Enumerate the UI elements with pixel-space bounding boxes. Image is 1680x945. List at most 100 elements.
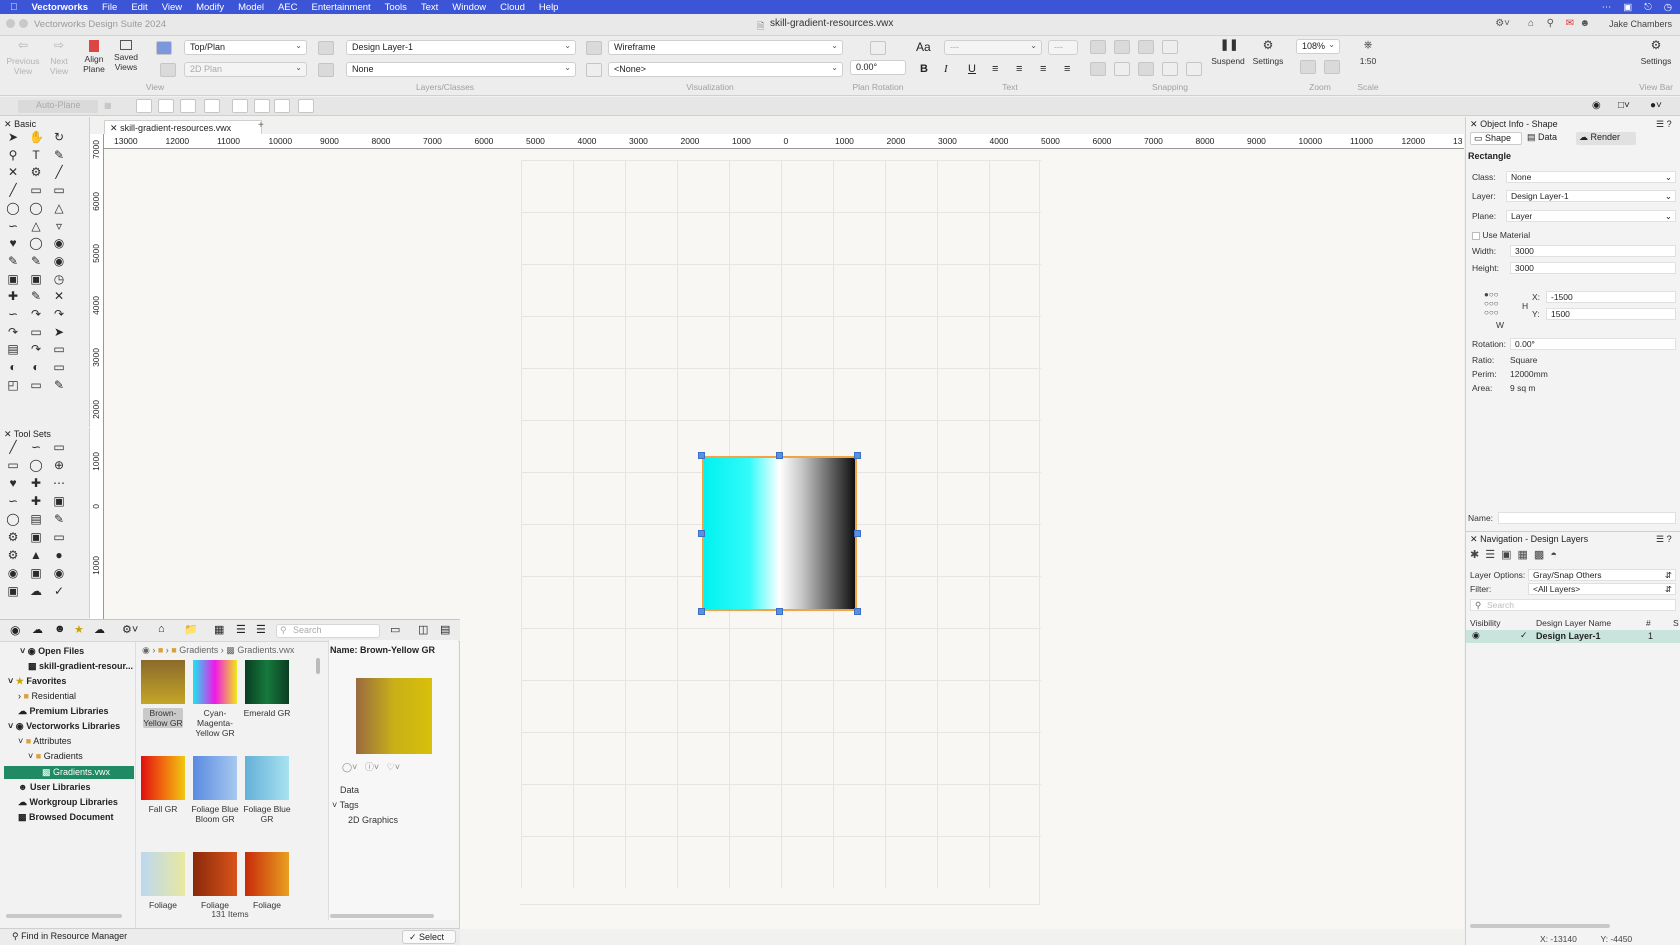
tree-vectorworks-libraries[interactable]: ˅ ◉ Vectorworks Libraries [8,721,120,732]
menu-view[interactable]: View [162,2,182,13]
tool-set-icon[interactable]: ▣ [29,566,43,580]
cloud-icon[interactable]: ☁ [32,623,43,636]
tool-icon[interactable]: ↷ [29,342,43,356]
tool-icon[interactable]: ✎ [6,254,20,268]
tool-set-icon[interactable]: ✓ [52,584,66,598]
detail-view-icon[interactable]: ☰ [256,623,266,636]
rotation-field[interactable]: 0.00° [850,60,906,75]
resource-search-input[interactable]: ⚲ Search [276,624,380,638]
tree-workgroup-libraries[interactable]: ☁ Workgroup Libraries [18,797,118,808]
snap-settings-button[interactable]: ⚙ Settings [1250,39,1286,66]
selection-handle[interactable] [698,452,705,459]
tool-set-icon[interactable]: ✎ [52,512,66,526]
gear-icon[interactable]: ⚙˅ [122,623,138,636]
tool-set-icon[interactable]: ◉ [52,566,66,580]
menu-cloud[interactable]: Cloud [500,2,525,13]
mode-2-icon[interactable] [158,99,174,113]
tool-icon[interactable]: ▭ [52,360,66,374]
tool-icon[interactable]: ◯ [29,201,43,215]
layer-icon[interactable] [318,41,334,55]
tool-set-icon[interactable]: ▭ [52,440,66,454]
search-icon[interactable]: ⚲ [1547,18,1554,29]
tool-set-icon[interactable]: ▤ [29,512,43,526]
tool-set-icon[interactable]: ⚙ [6,548,20,562]
gradient-thumbnail[interactable] [245,756,289,800]
tool-icon[interactable]: △ [29,219,43,233]
tool-icon[interactable]: △ [52,201,66,215]
snap-points-icon[interactable] [1114,40,1130,54]
gradient-thumbnail[interactable] [193,852,237,896]
italic-icon[interactable]: I [944,63,948,75]
preview-scrollbar[interactable] [330,914,434,918]
justify-icon[interactable]: ≡ [1064,63,1070,75]
font-icon[interactable]: Aa [916,40,931,54]
view-dropdown[interactable]: Top/Plan ⌄ [184,40,307,55]
tool-icon[interactable]: ↻ [52,130,66,144]
tree-favorites[interactable]: ˅ ★ Favorites [8,676,66,687]
plane-select[interactable]: Layer ⌄ [1506,210,1676,222]
tree-browsed-document[interactable]: ▩ Browsed Document [18,812,114,823]
tool-set-icon[interactable]: ◯ [6,512,20,526]
snap-distance-icon[interactable] [1090,62,1106,76]
tool-icon[interactable]: ▤ [6,342,20,356]
snap-tangent-icon[interactable] [1114,62,1130,76]
font-size-dropdown[interactable]: --- [1048,40,1078,55]
tool-icon[interactable]: ◉ [52,236,66,250]
x-field[interactable]: -1500 [1546,291,1676,303]
mode-6-icon[interactable] [254,99,270,113]
sheet-layers-icon[interactable]: ▦ [1518,549,1534,561]
tool-icon[interactable]: ▭ [29,325,43,339]
zoom-selection-icon[interactable] [1324,60,1340,74]
tree-open-file-item[interactable]: ▩ skill-gradient-resour... [28,661,133,672]
tool-set-icon[interactable]: ▭ [6,458,20,472]
tool-icon[interactable]: ♥ [6,236,20,250]
tool-set-icon[interactable]: ∽ [29,440,43,454]
tab-data[interactable]: ▤ Data [1524,132,1574,145]
align-right-icon[interactable]: ≡ [1040,63,1046,75]
tags-section[interactable]: ˅ Tags [332,800,359,810]
close-window-button[interactable] [6,19,15,28]
reference-point-grid[interactable]: ●○○ ○○○ ○○○ [1484,290,1499,317]
saved-views-icon[interactable]: ◓ [1550,549,1563,561]
tool-icon[interactable]: ⚙ [29,165,43,179]
tree-residential[interactable]: › ■ Residential [18,691,76,701]
class-icon[interactable] [318,63,334,77]
tool-icon[interactable]: ◉ [52,254,66,268]
gradient-thumbnail[interactable] [245,852,289,896]
structure-icon[interactable]: ✱ [1470,549,1485,561]
vertical-ruler[interactable]: 7000 6000 5000 4000 3000 2000 1000 0 1000 [90,134,104,619]
home-icon[interactable]: ⌂ [1528,18,1534,29]
tool-set-icon[interactable]: ◉ [6,566,20,580]
layer-row[interactable]: ◉ ✓ Design Layer-1 1 [1466,630,1680,643]
folder-icon[interactable]: 📁 [184,623,198,636]
plane-dropdown[interactable]: 2D Plan ⌄ [184,62,307,77]
selection-handle[interactable] [776,608,783,615]
tree-open-files[interactable]: ˅ ◉ Open Files [20,646,84,657]
more-icon[interactable]: ⋯ [1602,2,1612,13]
tool-set-icon[interactable]: ● [52,548,66,562]
tool-set-icon[interactable]: ♥ [6,476,20,490]
tool-icon[interactable]: ✕ [6,165,20,179]
tool-icon[interactable]: ▭ [52,342,66,356]
menu-aec[interactable]: AEC [278,2,298,13]
previous-view-button[interactable]: ⇦ Previous View [6,39,40,76]
align-plane-button[interactable]: Align Plane [78,40,110,74]
gradient-thumbnail[interactable] [193,660,237,704]
add-tab-icon[interactable]: + [258,120,264,131]
gradient-thumbnail[interactable] [141,756,185,800]
gradient-thumbnail[interactable] [193,756,237,800]
bell-icon[interactable]: ⎋ [1644,2,1652,13]
breadcrumb-file[interactable]: Gradients.vwx [237,645,294,655]
projection-dropdown[interactable]: <None> ⌄ [608,62,843,77]
clock-icon[interactable]: ◷ [1664,2,1672,13]
tool-icon[interactable]: ✎ [52,378,66,392]
list-view-icon[interactable]: ☰ [236,623,246,636]
align-center-icon[interactable]: ≡ [1016,63,1022,75]
tool-icon[interactable]: ◐ [6,360,20,374]
selection-handle[interactable] [698,608,705,615]
menu-text[interactable]: Text [421,2,438,13]
layer-dropdown[interactable]: Design Layer-1 ⌄ [346,40,576,55]
gradient-thumbnail[interactable] [245,660,289,704]
apply-icon[interactable]: ◯˅ [342,762,357,772]
tool-set-icon[interactable]: ◯ [29,458,43,472]
